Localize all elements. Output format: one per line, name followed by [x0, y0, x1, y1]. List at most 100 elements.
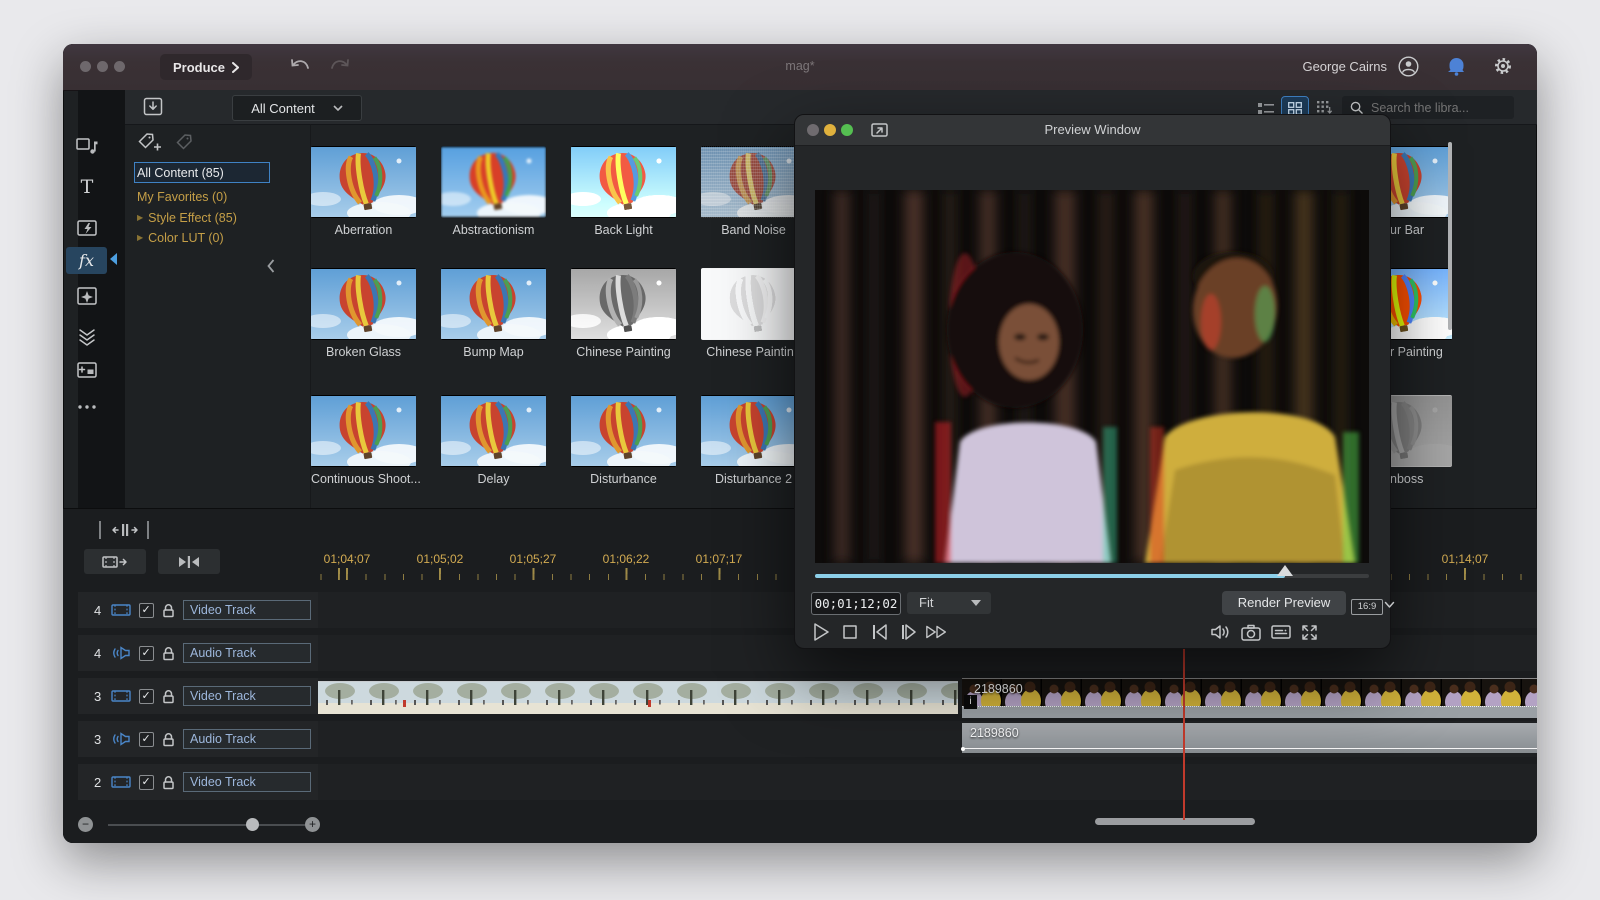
tag-color-lut[interactable]: ▶Color LUT (0) [135, 228, 269, 247]
import-media-icon[interactable] [143, 97, 163, 116]
track-name-field[interactable]: Audio Track [183, 729, 311, 749]
track-name-field[interactable]: Video Track [183, 686, 311, 706]
dropdown-caret-icon [971, 600, 981, 606]
add-tag-icon[interactable] [138, 132, 163, 152]
fast-forward-button[interactable] [925, 620, 949, 644]
effect-label: Disturbance 2 [701, 472, 806, 486]
info-display-icon[interactable] [1269, 620, 1293, 644]
effect-item[interactable]: Broken Glass [311, 268, 416, 359]
clip-label: 2189860 [974, 682, 1023, 696]
lock-icon[interactable] [162, 689, 175, 704]
lock-icon[interactable] [162, 775, 175, 790]
effect-label: Aberration [311, 223, 416, 237]
effect-label: Chinese Painting [701, 345, 806, 359]
zoom-out-button[interactable]: − [78, 817, 93, 832]
zoom-in-button[interactable]: + [305, 817, 320, 832]
expand-arrow-icon[interactable]: ▶ [137, 233, 143, 242]
effect-label: r Painting [1390, 345, 1495, 359]
render-preview-button[interactable]: Render Preview [1222, 591, 1346, 615]
play-button[interactable] [809, 620, 833, 644]
audio-clip[interactable]: 2189860 [962, 723, 1537, 753]
effect-item[interactable]: nboss [1390, 395, 1495, 486]
previous-frame-button[interactable] [867, 620, 891, 644]
preview-window[interactable]: Preview Window [795, 115, 1390, 648]
zoom-in-label: + [309, 817, 316, 831]
seek-bar-thumb[interactable] [1277, 565, 1293, 576]
collection-dropdown[interactable]: All Content [232, 95, 362, 121]
snapshot-camera-icon[interactable] [1239, 620, 1263, 644]
effect-item[interactable]: Disturbance 2 [701, 395, 806, 486]
street-video-clip[interactable] [318, 681, 958, 714]
lock-icon[interactable] [162, 646, 175, 661]
track-manager-button[interactable] [84, 549, 146, 574]
track-number: 2 [94, 775, 103, 790]
toolbar-divider [99, 521, 101, 539]
split-clip-button[interactable] [158, 549, 220, 574]
pip-designer-button[interactable] [63, 356, 110, 384]
expand-arrow-icon[interactable]: ▶ [137, 213, 143, 222]
collection-dropdown-value: All Content [251, 101, 315, 116]
ruler-timecode: 01;07;17 [696, 552, 743, 566]
clip-info-badge[interactable]: i [964, 695, 977, 709]
effect-room-button[interactable]: fx [66, 247, 107, 274]
track-name-field[interactable]: Video Track [183, 772, 311, 792]
track-enable-checkbox[interactable] [139, 603, 154, 618]
overlay-room-button[interactable] [63, 282, 110, 310]
preview-video-frame[interactable] [815, 190, 1369, 563]
timeline-zoom-slider[interactable] [108, 824, 305, 826]
particle-room-button[interactable] [63, 323, 110, 351]
collapse-panel-chevron-icon[interactable] [266, 258, 276, 274]
effect-item[interactable]: Bump Map [441, 268, 546, 359]
more-rooms-button[interactable] [63, 393, 110, 421]
effect-item[interactable]: Disturbance [571, 395, 676, 486]
people-video-clip[interactable]: 2189860 [962, 678, 1537, 707]
lock-icon[interactable] [162, 732, 175, 747]
fullscreen-icon[interactable] [1297, 620, 1321, 644]
aspect-ratio-caret-icon[interactable] [1384, 601, 1395, 609]
volume-icon[interactable] [1209, 620, 1233, 644]
lock-icon[interactable] [162, 603, 175, 618]
track-lane-video-2[interactable] [318, 764, 1537, 800]
effect-item[interactable]: Back Light [571, 146, 676, 237]
zoom-slider-thumb[interactable] [246, 818, 259, 831]
effect-thumbnail [701, 146, 806, 218]
timecode-field[interactable]: 00;01;12;02 [811, 592, 901, 615]
media-room-button[interactable] [63, 132, 110, 160]
track-enable-checkbox[interactable] [139, 732, 154, 747]
fit-dropdown[interactable]: Fit [907, 592, 991, 614]
effect-item[interactable]: Chinese Painting [701, 268, 806, 359]
track-enable-checkbox[interactable] [139, 646, 154, 661]
track-name-field[interactable]: Audio Track [183, 643, 311, 663]
video-clip-fx-band[interactable] [962, 706, 1537, 718]
aspect-ratio-selector[interactable]: 16:9 [1351, 599, 1383, 615]
account-icon[interactable] [1398, 56, 1419, 77]
preview-titlebar[interactable]: Preview Window [795, 115, 1390, 146]
effect-item[interactable]: Abstractionism [441, 146, 546, 237]
effect-thumbnail [441, 268, 546, 340]
remove-tag-icon[interactable] [175, 132, 195, 152]
timeline-horizontal-scrollbar[interactable] [1095, 818, 1255, 825]
track-enable-checkbox[interactable] [139, 689, 154, 704]
effect-item[interactable]: Delay [441, 395, 546, 486]
tag-my-favorites[interactable]: My Favorites (0) [135, 187, 269, 206]
tag-style-effect[interactable]: ▶Style Effect (85) [135, 208, 269, 227]
adjust-track-height-icon[interactable] [111, 522, 139, 538]
title-room-button[interactable]: T [63, 173, 110, 201]
effect-item[interactable]: ur Bar [1390, 146, 1495, 237]
effect-item[interactable]: r Painting [1390, 268, 1495, 359]
effect-item[interactable]: Band Noise [701, 146, 806, 237]
preview-seek-bar[interactable] [815, 574, 1369, 578]
track-name-field[interactable]: Video Track [183, 600, 311, 620]
next-frame-button[interactable] [896, 620, 920, 644]
stop-button[interactable] [838, 620, 862, 644]
notifications-bell-icon[interactable] [1448, 56, 1465, 76]
search-input[interactable] [1369, 100, 1503, 116]
tag-all-content[interactable]: All Content (85) [135, 163, 269, 182]
effect-item[interactable]: Aberration [311, 146, 416, 237]
settings-gear-icon[interactable] [1493, 56, 1513, 76]
library-scrollbar[interactable] [1448, 142, 1452, 330]
effect-item[interactable]: Chinese Painting [571, 268, 676, 359]
transition-room-button[interactable] [63, 214, 110, 242]
effect-item[interactable]: Continuous Shoot... [311, 395, 416, 486]
track-enable-checkbox[interactable] [139, 775, 154, 790]
